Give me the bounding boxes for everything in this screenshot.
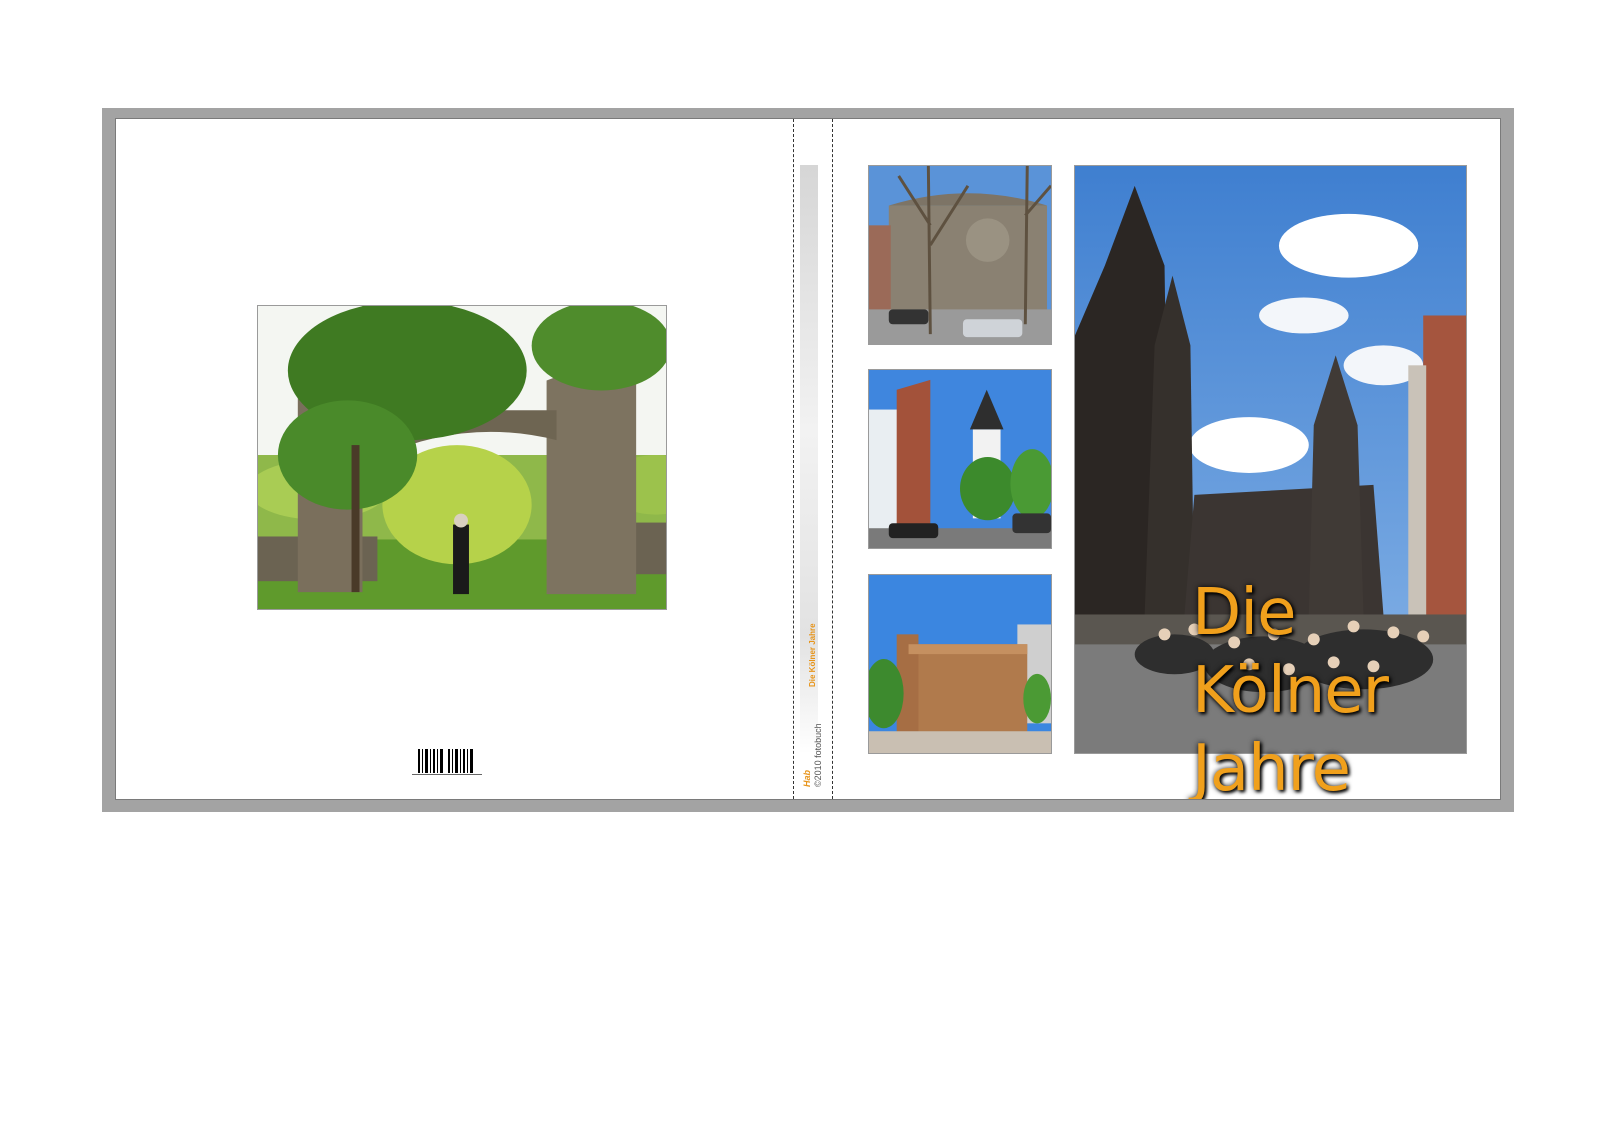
spine-publisher-text: ©2010 fotobuch — [813, 723, 823, 787]
front-thumbnail-1 — [868, 165, 1052, 345]
back-cover-photo — [257, 305, 667, 610]
spine-fold-line-right — [832, 119, 833, 799]
cover-title-line-3: Jahre — [1192, 732, 1351, 800]
barcode-icon — [412, 749, 482, 775]
front-thumbnail-3 — [868, 574, 1052, 754]
book-cover-sheet: Die Kölner Jahre Hab ©2010 fotobuch Die … — [115, 118, 1501, 800]
cover-title: Die Kölner Jahre — [1192, 574, 1500, 800]
front-thumbnail-2 — [868, 369, 1052, 549]
cover-title-line-2: Kölner — [1192, 654, 1389, 728]
spine-logo: Hab — [802, 769, 812, 787]
cover-title-line-1: Die — [1192, 576, 1296, 650]
spine-fold-line-left — [793, 119, 794, 799]
spine-title: Die Kölner Jahre — [808, 623, 817, 687]
